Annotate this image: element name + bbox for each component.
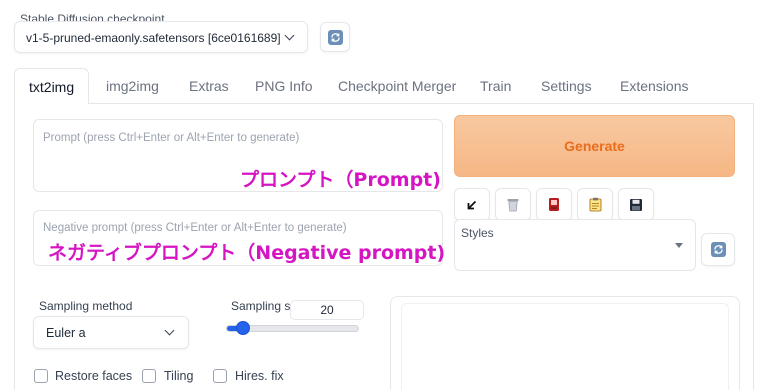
prompt-placeholder: Prompt (press Ctrl+Enter or Alt+Enter to… — [43, 132, 300, 144]
sampling-method-dropdown[interactable]: Euler a — [33, 316, 189, 349]
sampling-steps-input[interactable]: 20 — [290, 300, 364, 320]
output-gallery — [390, 296, 740, 390]
refresh-styles-button[interactable] — [701, 233, 735, 266]
refresh-icon — [327, 29, 343, 45]
hires-fix-checkbox[interactable] — [213, 369, 227, 383]
tab-txt2img[interactable]: txt2img — [14, 68, 90, 105]
tab-train[interactable]: Train — [480, 68, 511, 104]
refresh-icon — [710, 242, 726, 257]
clear-prompt-button[interactable] — [495, 188, 531, 221]
checkpoint-dropdown[interactable]: v1-5-pruned-emaonly.safetensors [6ce0161… — [14, 21, 308, 53]
apply-style-button[interactable] — [577, 188, 613, 221]
chevron-down-icon — [284, 30, 295, 41]
checkpoint-value: v1-5-pruned-emaonly.safetensors [6ce0161… — [26, 31, 281, 45]
restore-faces-label: Restore faces — [55, 369, 133, 383]
clipboard-icon — [589, 197, 601, 212]
styles-label: Styles — [461, 226, 494, 240]
styles-dropdown[interactable]: Styles — [454, 219, 696, 271]
sampling-method-label: Sampling method — [39, 299, 133, 313]
prompt-annotation: プロンプト（Prompt) — [240, 169, 441, 191]
hires-fix-label: Hires. fix — [235, 369, 284, 383]
chevron-down-icon — [164, 325, 175, 336]
refresh-checkpoint-button[interactable] — [320, 22, 350, 52]
sampling-steps-label: Sampling st — [231, 299, 294, 313]
tab-bar: txt2img img2img Extras PNG Info Checkpoi… — [14, 68, 754, 105]
red-card-icon — [549, 198, 559, 211]
tiling-label: Tiling — [164, 369, 194, 383]
save-style-button[interactable] — [618, 188, 654, 221]
generate-button[interactable]: Generate — [454, 115, 735, 177]
tab-extensions[interactable]: Extensions — [620, 68, 688, 104]
read-params-button[interactable] — [454, 188, 490, 221]
show-extra-networks-button[interactable] — [536, 188, 572, 221]
tab-settings[interactable]: Settings — [541, 68, 592, 104]
tab-png-info[interactable]: PNG Info — [255, 68, 313, 104]
floppy-disk-icon — [630, 198, 642, 211]
tab-extras[interactable]: Extras — [189, 68, 229, 104]
tab-img2img[interactable]: img2img — [106, 68, 159, 104]
gallery-area — [401, 303, 729, 390]
caret-down-icon — [675, 243, 683, 248]
sampling-method-value: Euler a — [46, 326, 86, 340]
trash-icon — [507, 199, 519, 212]
sampling-steps-slider-thumb[interactable] — [236, 321, 250, 335]
negative-prompt-annotation: ネガティブプロンプト（Negative prompt) — [48, 242, 446, 264]
tiling-checkbox[interactable] — [142, 369, 156, 383]
restore-faces-checkbox[interactable] — [34, 369, 48, 383]
arrow-down-left-icon — [467, 200, 477, 209]
tab-checkpoint-merger[interactable]: Checkpoint Merger — [338, 68, 456, 104]
negative-prompt-placeholder: Negative prompt (press Ctrl+Enter or Alt… — [43, 222, 347, 234]
